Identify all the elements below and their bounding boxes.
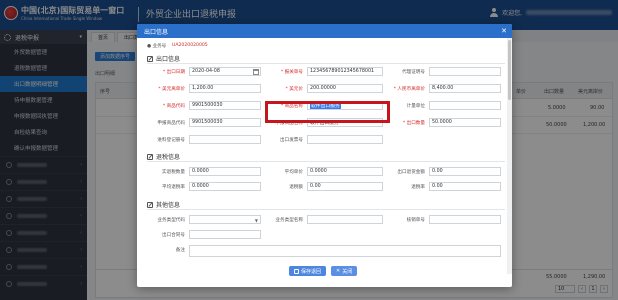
close-button[interactable]: ✕ 关闭 [331,266,358,276]
remark-label: 备注 [175,248,185,253]
usd-total-label: * 美元价 [285,87,303,92]
import-reg-field[interactable] [189,135,261,144]
refund-rate-field[interactable]: 0.00 [429,182,501,191]
calendar-icon[interactable] [253,69,259,75]
export-qty-label: * 出口数量 [402,121,425,126]
usd-price-field[interactable]: 1,200.00 [189,84,261,93]
customs-no-label: * 报关单号 [280,70,303,75]
edit-icon [147,201,153,208]
rmb-total-label: * 人民币离单价 [393,87,425,92]
contract-no-field[interactable] [429,215,501,224]
refund-rate-label: 退税率 [411,185,425,190]
agent-cert-field[interactable] [429,67,501,76]
edit-icon [147,153,153,160]
dialog-body: ● 业务号 UA2020020005 出口信息 * 出口日期 2020-04-0… [137,38,512,287]
export-qty-field[interactable]: 50.0000 [429,118,501,127]
refund-amount-field[interactable]: 0.00 [307,182,383,191]
serial-value: UA2020020005 [172,43,208,48]
export-invoice-field[interactable] [307,135,383,144]
avg-price-field[interactable]: 0.0000 [307,167,383,176]
biz-type-name-field[interactable] [307,215,383,224]
section-divider [147,209,505,210]
section-refund-title: 退税信息 [147,152,180,161]
dialog-title: 出口信息 [144,28,169,36]
actual-qty-label: 实退税数量 [162,170,185,175]
unit-label: 计量单位 [406,104,425,109]
close-icon: ✕ [336,268,341,274]
avg-price-label: 平均单价 [284,170,303,175]
highlight-annotation-box [265,101,390,123]
save-icon [294,268,299,274]
biz-type-name-label: 业务类型名称 [275,218,303,223]
avg-cost-field[interactable]: 0.0000 [189,182,261,191]
import-reg-label: 进料登记册号 [157,138,185,143]
actual-qty-field[interactable]: 0.0000 [189,167,261,176]
save-return-button[interactable]: 保存退回 [289,266,327,276]
usd-price-label: * 美元离单价 [158,87,185,92]
unit-field[interactable] [429,101,501,110]
edit-icon [147,55,153,62]
usd-total-field[interactable]: 200.00000 [307,84,383,93]
agent-cert-label: 代理证明号 [402,70,425,75]
contract-no-label: 核销单号 [406,218,425,223]
avg-cost-label: 平均退税率 [162,185,185,190]
exp-contract-field[interactable] [189,230,261,239]
export-date-label: * 出口日期 [162,70,185,75]
section-other-title: 其他信息 [147,200,180,209]
chevron-down-icon: ▼ [254,218,258,223]
refund-amount-label: 退税额 [289,185,303,190]
serial-label: ● 业务号 [147,44,167,49]
export-date-field[interactable]: 2020-04-08 [189,67,261,76]
exp-contract-label: 出口合同号 [162,233,185,238]
close-icon[interactable]: ✕ [501,27,507,35]
section-divider [147,161,505,162]
export-invoice-label: 出口发票号 [280,138,303,143]
remark-field[interactable] [189,245,501,257]
export-return-field[interactable]: 0.00 [429,167,501,176]
dialog-header: 出口信息 [137,24,512,38]
rmb-total-field[interactable]: 8,400.00 [429,84,501,93]
customs-no-field[interactable]: 123456789012345678001 [307,67,383,76]
goods-code-label: * 商品代码 [162,104,185,109]
section-divider [147,63,505,64]
decl-code-label: 申报商品代码 [157,121,185,126]
biz-type-label: 业务类型代码 [157,218,185,223]
export-info-dialog: 出口信息 ✕ ● 业务号 UA2020020005 出口信息 * 出口日期 20… [137,24,512,287]
biz-type-select[interactable]: ▼ [189,215,261,224]
goods-code-field[interactable]: 9901500030 [189,101,261,110]
decl-code-field[interactable]: 9901500030 [189,118,261,127]
export-return-label: 出口退货金额 [397,170,425,175]
section-export-title: 出口信息 [147,54,180,63]
